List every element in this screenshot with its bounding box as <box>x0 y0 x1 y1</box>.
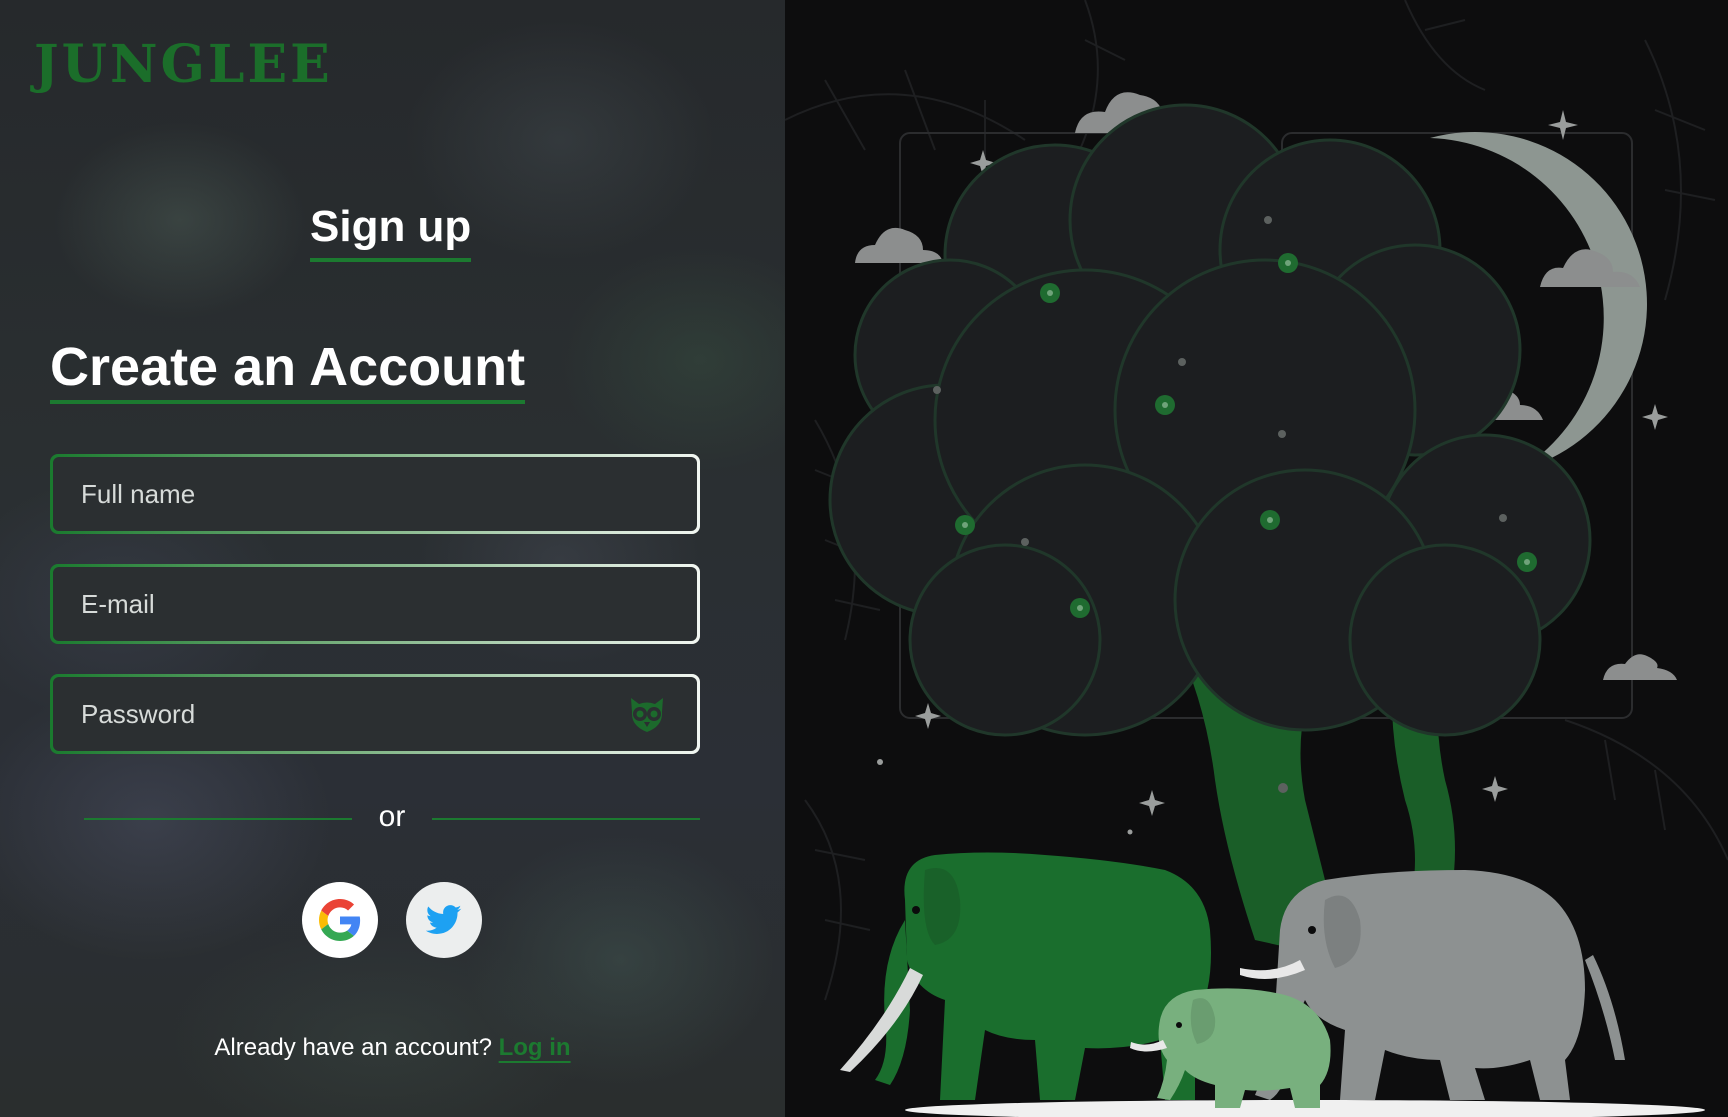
full-name-field-inner <box>53 457 697 531</box>
email-field-wrapper <box>50 564 700 644</box>
password-input[interactable] <box>81 698 625 730</box>
owl-show-password-icon[interactable] <box>625 692 669 736</box>
password-field-wrapper <box>50 674 700 754</box>
or-divider: or <box>84 800 700 840</box>
google-signin-button[interactable] <box>302 882 378 958</box>
page-title: Create an Account <box>50 336 526 404</box>
jungle-illustration <box>785 0 1728 1117</box>
twitter-signin-button[interactable] <box>406 882 482 958</box>
tab-signup[interactable]: Sign up <box>310 202 472 262</box>
or-label: or <box>378 800 406 833</box>
tree-foliage <box>828 103 1592 737</box>
twitter-icon <box>426 905 462 934</box>
divider-line-right <box>432 818 700 820</box>
full-name-input[interactable] <box>81 478 669 510</box>
login-prompt-text: Already have an account? <box>214 1034 499 1061</box>
brand-logo[interactable]: JUNGLEE <box>34 34 333 95</box>
password-field-inner <box>53 677 697 751</box>
illustration-svg <box>785 0 1728 1117</box>
full-name-field-wrapper <box>50 454 700 534</box>
green-elephant <box>840 852 1211 1100</box>
google-icon <box>319 899 361 941</box>
email-field-inner <box>53 567 697 641</box>
login-prompt: Already have an account? Log in <box>0 1034 785 1062</box>
email-input[interactable] <box>81 588 669 620</box>
login-link[interactable]: Log in <box>499 1034 571 1061</box>
signup-panel: JUNGLEE Sign up Create an Account or <box>0 0 785 1117</box>
